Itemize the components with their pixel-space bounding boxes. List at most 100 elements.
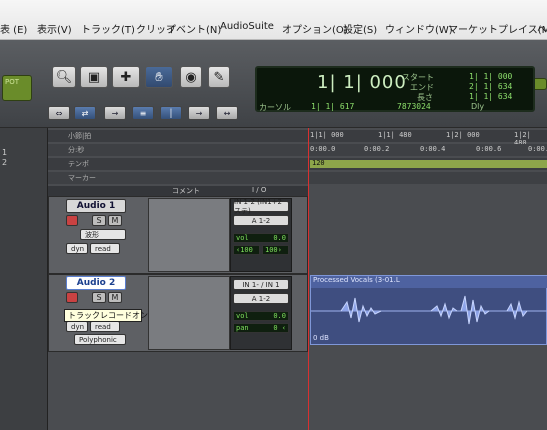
slip-mode-button[interactable]: ⇄ — [74, 106, 96, 120]
cursor-label: カーソル — [259, 103, 291, 112]
automation-mode-selector[interactable]: read — [90, 243, 120, 254]
zoomer-tool-button[interactable]: 🔍︎ — [52, 66, 76, 88]
menu-setup[interactable]: 設定(S) — [343, 21, 377, 36]
comments-header: コメント — [172, 187, 200, 195]
main-counter-value[interactable]: 1| 1| 000 — [317, 72, 407, 93]
record-enable-button[interactable] — [66, 292, 78, 303]
mute-button[interactable]: M — [108, 292, 122, 303]
link-button[interactable]: ↔ — [216, 106, 238, 120]
waveform — [311, 295, 547, 325]
comments-field[interactable] — [148, 198, 230, 272]
audio-clip[interactable]: Processed Vocals (3-01.L 0 dB — [310, 275, 547, 345]
zoom-toggle-icon: │ — [168, 108, 174, 118]
tab-to-transient-button[interactable]: → — [188, 106, 210, 120]
record-enable-button[interactable] — [66, 215, 78, 226]
start-value[interactable]: 1| 1| 000 — [469, 72, 512, 81]
tempo-value[interactable]: 120 — [312, 159, 325, 167]
pan-label: pan — [236, 324, 249, 332]
pencil-tool-button[interactable]: ✎ — [208, 66, 230, 88]
menu-view[interactable]: 表示(V) — [37, 21, 72, 36]
menu-help[interactable]: ヘ — [537, 21, 547, 36]
spot-mode-button[interactable]: → — [104, 106, 126, 120]
min-tick: 0:00.2 — [364, 145, 390, 153]
grabber-tool-button[interactable]: ✋︎ — [145, 66, 173, 88]
track-view-selector[interactable]: 波形 — [80, 229, 126, 240]
volume-label: vol — [236, 312, 249, 320]
io-header: I / O — [252, 186, 267, 194]
clip-name: Processed Vocals (3-01.L — [311, 276, 547, 288]
automation-view-selector[interactable]: dyn — [66, 321, 88, 332]
cursor-value: 1| 1| 617 — [311, 102, 355, 111]
pan-right-field[interactable]: 100› — [262, 245, 289, 255]
transient-icon: → — [195, 108, 203, 118]
length-value[interactable]: 1| 1| 634 — [469, 92, 512, 101]
menu-audiosuite[interactable]: AudioSuite — [220, 21, 274, 32]
trim-icon: ▣ — [87, 69, 101, 85]
bar-tick: 1|2| 000 — [446, 131, 480, 139]
waveform-burst — [430, 302, 458, 320]
menu-event[interactable]: イベント(N) — [166, 21, 221, 36]
bar-tick: 1|1| 000 — [310, 131, 344, 139]
track-list-entry[interactable]: 1 — [2, 148, 7, 157]
output-selector[interactable]: A 1-2 — [233, 215, 289, 226]
io-column: IN 1- / IN 1 A 1-2 vol 0.0 pan 0 ‹ — [230, 276, 292, 350]
track-name[interactable]: Audio 2 — [66, 276, 126, 290]
playhead-cursor[interactable] — [308, 128, 309, 430]
speaker-icon: ◉ — [185, 69, 197, 85]
scrubber-tool-button[interactable]: ◉ — [180, 66, 202, 88]
automation-mode-selector[interactable]: read — [90, 321, 120, 332]
shuffle-icon: ⇔ — [55, 108, 63, 118]
min-tick: 0:00.6 — [476, 145, 502, 153]
bar-tick: 1|1| 480 — [378, 131, 412, 139]
tempo-ruler[interactable]: テンポ 120 — [48, 158, 547, 170]
menu-track[interactable]: トラック(T) — [81, 21, 135, 36]
marker-ruler[interactable]: マーカー — [48, 172, 547, 184]
magnifier-icon: 🔍︎ — [55, 69, 73, 85]
min-sec-ruler[interactable]: 分:秒 0:00.0 0:00.2 0:00.4 0:00.6 0:00.8 — [48, 144, 547, 156]
menu-edit[interactable]: 表 (E) — [0, 21, 27, 36]
io-column: IN 1-2 (IN1+2 ステ) A 1-2 vol 0.0 ‹100 100› — [230, 198, 292, 272]
pan-field[interactable]: pan 0 ‹ — [233, 323, 289, 333]
bars-ruler[interactable]: 小節|拍 1|1| 000 1|1| 480 1|2| 000 1|2| 480 — [48, 130, 547, 147]
link-icon: ↔ — [223, 108, 231, 118]
pan-left-field[interactable]: ‹100 — [233, 245, 260, 255]
tempo-ruler-label: テンポ — [68, 160, 89, 168]
min-tick: 0:00.8 — [528, 145, 547, 153]
dly-label[interactable]: Dly — [471, 102, 484, 111]
grid-mode-button[interactable]: ≡ — [132, 106, 154, 120]
track-list-entry[interactable]: 2 — [2, 158, 7, 167]
voice-selector[interactable]: Polyphonic — [74, 334, 126, 345]
left-badge[interactable]: POT — [2, 75, 32, 101]
solo-button[interactable]: S — [92, 215, 106, 226]
menu-options[interactable]: オプション(O) — [282, 21, 348, 36]
trimmer-tool-button[interactable]: ▣ — [80, 66, 108, 88]
marker-ruler-label: マーカー — [68, 174, 96, 182]
track-name[interactable]: Audio 1 — [66, 199, 126, 213]
menu-marketplace[interactable]: マーケットプレイス(M) — [448, 21, 547, 36]
left-badge-label: POT — [5, 78, 20, 86]
volume-field[interactable]: vol 0.0 — [233, 233, 289, 243]
input-selector[interactable]: IN 1-2 (IN1+2 ステ) — [233, 198, 289, 215]
min-tick: 0:00.0 — [310, 145, 336, 153]
output-selector[interactable]: A 1-2 — [233, 293, 289, 304]
hand-icon: ✋︎ — [155, 69, 163, 85]
automation-view-selector[interactable]: dyn — [66, 243, 88, 254]
edit-columns-header: コメント I / O — [48, 186, 308, 196]
shuffle-mode-button[interactable]: ⇔ — [48, 106, 70, 120]
selector-tool-button[interactable]: ✚ — [112, 66, 140, 88]
comments-field[interactable] — [148, 276, 230, 350]
waveform-burst — [460, 295, 490, 325]
clip-gain[interactable]: 0 dB — [313, 334, 329, 342]
tracks-list-panel: 1 2 — [0, 128, 48, 430]
menu-bar: 表 (E) 表示(V) トラック(T) クリップ イベント(N) AudioSu… — [0, 0, 547, 40]
solo-button[interactable]: S — [92, 292, 106, 303]
input-selector[interactable]: IN 1- / IN 1 — [233, 279, 289, 290]
zoom-toggle-button[interactable]: │ — [160, 106, 182, 120]
volume-field[interactable]: vol 0.0 — [233, 311, 289, 321]
mute-button[interactable]: M — [108, 215, 122, 226]
volume-label: vol — [236, 234, 249, 242]
end-value[interactable]: 2| 1| 634 — [469, 82, 512, 91]
menu-window[interactable]: ウィンドウ(W) — [385, 21, 453, 36]
main-counter: 1| 1| 000 スタート エンド 長さ 1| 1| 000 2| 1| 63… — [255, 66, 535, 112]
min-tick: 0:00.4 — [420, 145, 446, 153]
